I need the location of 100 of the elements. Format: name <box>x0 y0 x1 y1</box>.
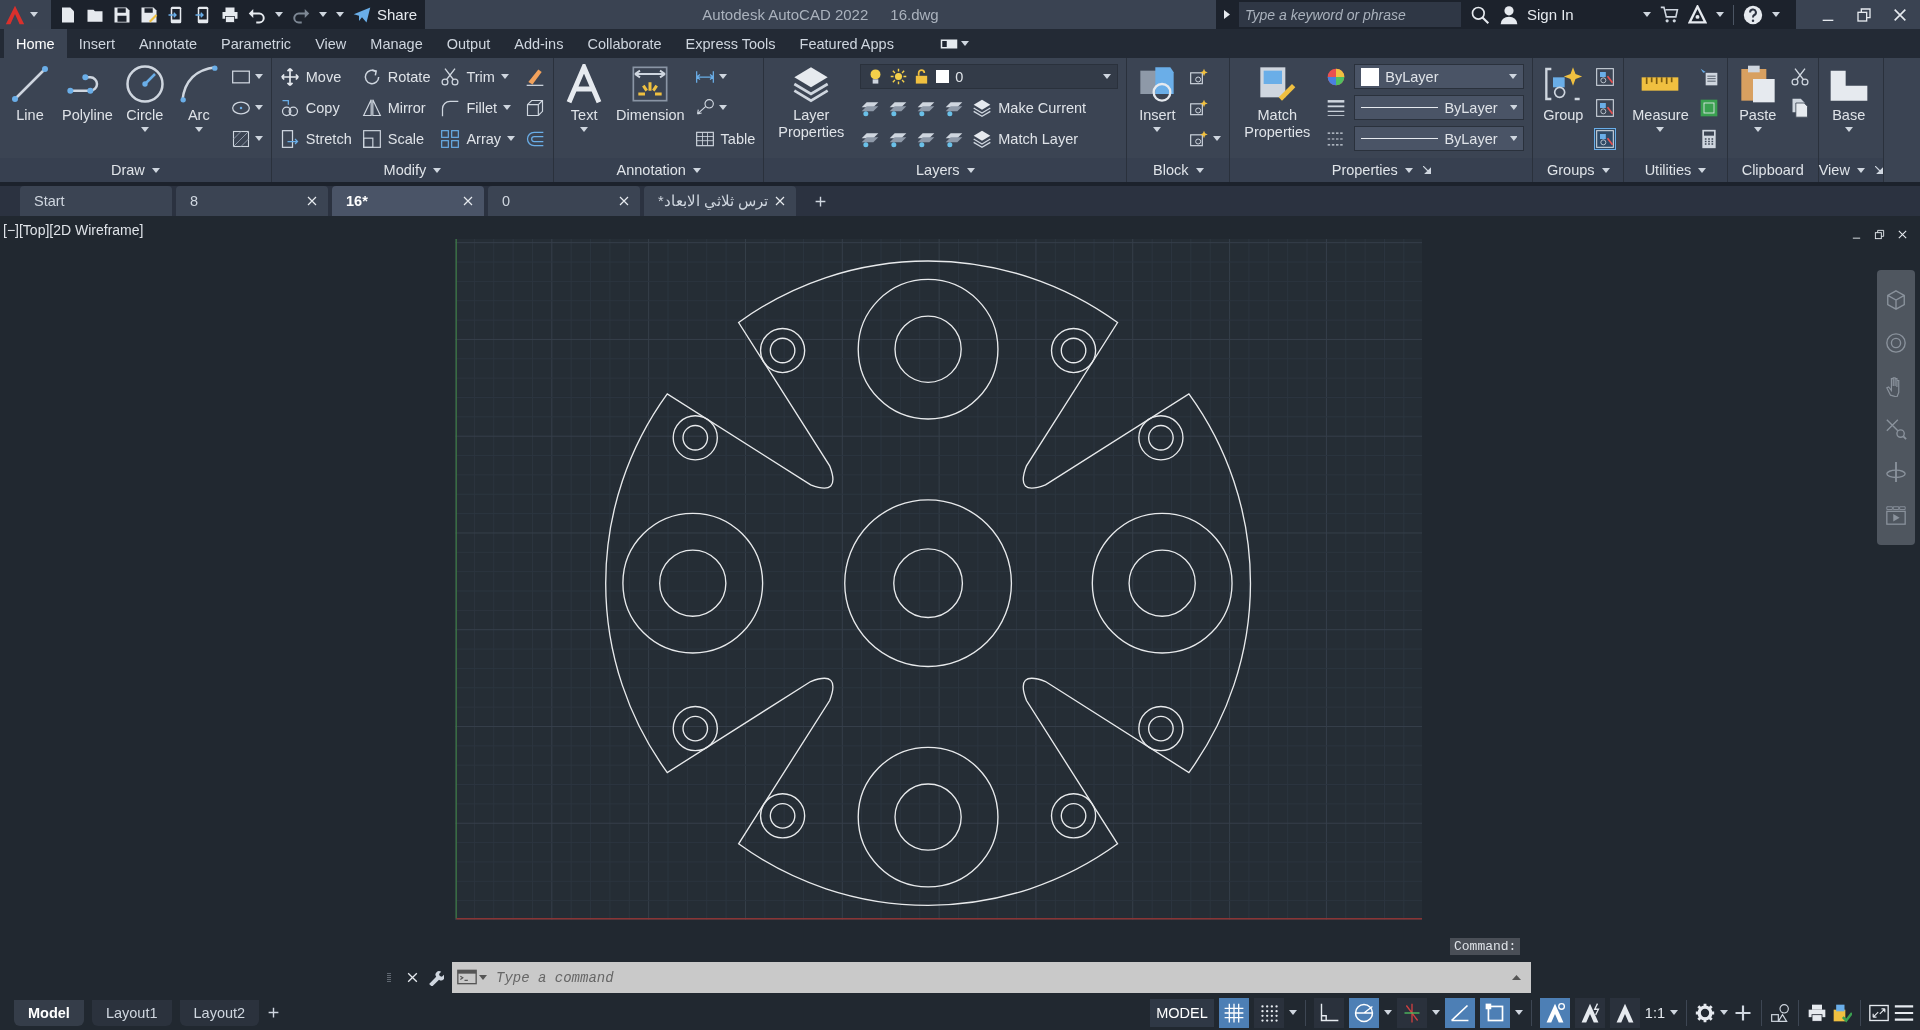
layout-tab[interactable]: Layout1 <box>91 999 172 1026</box>
tool-button[interactable]: Base <box>1826 64 1871 132</box>
tool-button[interactable]: Dimension <box>616 64 685 124</box>
caret-icon[interactable] <box>319 12 327 17</box>
ribbon-tab[interactable]: Home <box>4 29 67 58</box>
share-button[interactable]: Share <box>353 5 418 24</box>
caret-icon[interactable] <box>718 105 727 110</box>
sign-in-button[interactable]: Sign In <box>1499 4 1574 25</box>
cart-icon[interactable] <box>1659 5 1679 24</box>
tool-button[interactable]: Text <box>562 64 607 132</box>
dialog-launcher-icon[interactable] <box>1422 166 1431 174</box>
property-dropdown[interactable]: ByLayer <box>1354 95 1525 120</box>
ribbon-tab[interactable]: Express Tools <box>673 29 788 58</box>
panel-title[interactable]: Properties <box>1331 162 1413 178</box>
dots-icon[interactable] <box>1253 997 1284 1028</box>
tool-button[interactable]: Fillet <box>440 97 512 118</box>
caret-icon[interactable] <box>1642 12 1651 17</box>
ribbon-tab[interactable]: Add-ins <box>502 29 576 58</box>
layout-tab[interactable]: Model <box>14 999 84 1026</box>
caret-icon[interactable] <box>1856 167 1865 173</box>
cube-icon[interactable] <box>525 97 546 118</box>
annotation-scale-icon[interactable] <box>1609 997 1640 1028</box>
caret-icon[interactable] <box>580 127 589 132</box>
caret-icon[interactable] <box>1670 1010 1678 1015</box>
osnap-icon[interactable] <box>1479 997 1510 1028</box>
search-icon[interactable] <box>1470 4 1490 25</box>
caret-icon[interactable] <box>1195 167 1204 173</box>
layout-tab[interactable]: Layout2 <box>179 999 260 1026</box>
property-dropdown[interactable]: ByLayer <box>1354 126 1525 151</box>
close-icon[interactable] <box>306 195 318 207</box>
tool-button[interactable]: Stretch <box>279 128 352 149</box>
panel-title[interactable]: Draw <box>110 162 160 178</box>
panel-title[interactable]: Layers <box>916 162 975 178</box>
tool-button[interactable]: Table <box>694 128 756 149</box>
caret-icon[interactable] <box>692 167 701 173</box>
printer-icon[interactable] <box>1807 1002 1827 1023</box>
ribbon-tab[interactable]: Insert <box>66 29 127 58</box>
tool-button[interactable]: Match Layer <box>972 128 1079 149</box>
ribbon-tab[interactable]: Collaborate <box>575 29 674 58</box>
caret-icon[interactable] <box>1698 167 1707 173</box>
file-tab[interactable]: 8 <box>176 186 328 216</box>
menu-icon[interactable] <box>1894 1002 1914 1023</box>
caret-icon[interactable] <box>1771 12 1780 17</box>
tool-button[interactable]: Mirror <box>361 97 426 118</box>
tool-button[interactable]: Paste <box>1735 64 1780 132</box>
wrench-icon[interactable] <box>427 969 444 986</box>
save-as-icon[interactable] <box>140 5 158 24</box>
file-tab[interactable]: ترس ثلاثي الابعاد* <box>644 186 796 216</box>
caret-icon[interactable] <box>1431 1010 1440 1015</box>
caret-icon[interactable] <box>1213 136 1222 141</box>
model-space-button[interactable]: MODEL <box>1150 998 1214 1027</box>
grid-icon[interactable] <box>1218 997 1249 1028</box>
tool-button[interactable]: Polyline <box>62 64 113 124</box>
scissors-icon[interactable] <box>1789 66 1810 87</box>
ribbon-tab[interactable]: Featured Apps <box>787 29 906 58</box>
tool-button[interactable]: Insert <box>1135 64 1180 132</box>
caret-icon[interactable] <box>1753 127 1762 132</box>
ribbon-tab[interactable]: Output <box>434 29 503 58</box>
save-icon[interactable] <box>113 5 131 24</box>
ortho-icon[interactable] <box>1313 997 1344 1028</box>
polar-icon[interactable] <box>1348 997 1379 1028</box>
isolate-icon[interactable] <box>1770 1002 1790 1023</box>
tool-button[interactable]: Group <box>1541 64 1586 124</box>
caret-icon[interactable] <box>960 41 969 46</box>
restore-icon[interactable] <box>1874 229 1885 240</box>
caret-icon[interactable] <box>254 105 263 110</box>
caret-icon[interactable] <box>500 74 509 79</box>
caret-icon[interactable] <box>1404 167 1413 173</box>
annotation-icon[interactable] <box>1539 997 1570 1028</box>
layer-dropdown[interactable]: 0 <box>860 64 1119 89</box>
ribbon-tab[interactable]: Parametric <box>209 29 304 58</box>
dialog-launcher-icon[interactable] <box>1874 166 1883 174</box>
caret-icon[interactable] <box>718 74 727 79</box>
plus-icon[interactable] <box>267 1006 281 1019</box>
close-icon[interactable] <box>618 195 630 207</box>
caret-icon[interactable] <box>1844 127 1853 132</box>
caret-icon[interactable] <box>254 136 263 141</box>
caret-icon[interactable] <box>336 12 344 17</box>
color-wheel-icon[interactable] <box>1326 66 1347 87</box>
restore-icon[interactable] <box>1856 6 1872 23</box>
tool-button[interactable]: Match Properties <box>1238 64 1317 141</box>
hardware-icon[interactable] <box>1832 1002 1852 1023</box>
close-icon[interactable] <box>406 971 419 984</box>
property-dropdown[interactable]: ByLayer <box>1354 64 1525 89</box>
caret-icon[interactable] <box>1715 12 1724 17</box>
caret-icon[interactable] <box>507 136 516 141</box>
caret-icon[interactable] <box>1514 1010 1523 1015</box>
tool-button[interactable]: Scale <box>361 128 424 149</box>
caret-icon[interactable] <box>1656 127 1665 132</box>
panel-title[interactable]: Modify <box>383 162 442 178</box>
ribbon-tab[interactable]: Annotate <box>126 29 209 58</box>
caret-icon[interactable] <box>1383 1010 1392 1015</box>
close-icon[interactable] <box>1892 6 1908 23</box>
tool-button[interactable]: Rotate <box>361 66 431 87</box>
caret-icon[interactable] <box>1720 1010 1728 1015</box>
tool-button[interactable]: Measure <box>1632 64 1689 132</box>
close-icon[interactable] <box>774 195 786 207</box>
fullscreen-icon[interactable] <box>1869 1002 1889 1023</box>
hatch-icon[interactable] <box>230 128 251 149</box>
expand-icon[interactable] <box>1224 10 1230 19</box>
